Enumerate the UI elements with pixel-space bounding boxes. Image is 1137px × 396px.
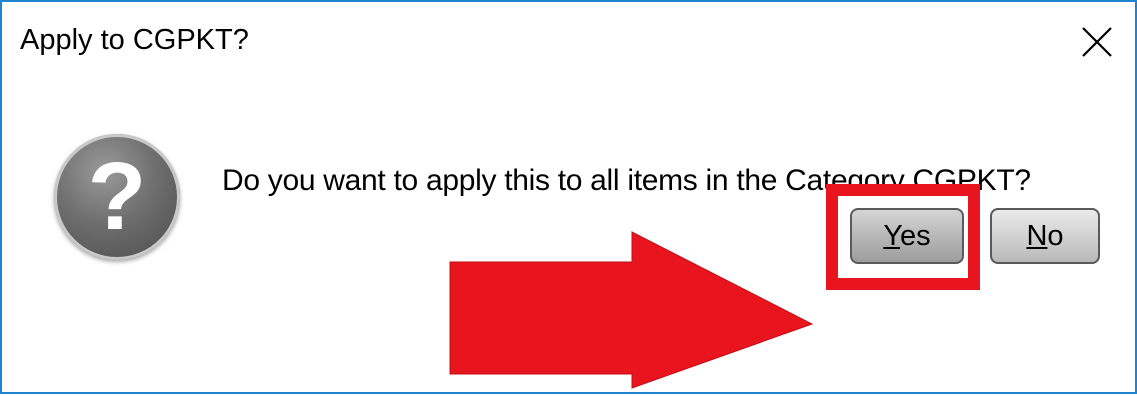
close-button[interactable]: [1077, 22, 1117, 62]
dialog-message: Do you want to apply this to all items i…: [222, 164, 1031, 197]
question-icon: ?: [54, 134, 180, 260]
no-mnemonic: N: [1026, 220, 1048, 252]
yes-label-rest: es: [900, 220, 931, 252]
close-icon: [1082, 27, 1112, 57]
title-bar: Apply to CGPKT?: [2, 2, 1135, 84]
yes-mnemonic: Y: [883, 220, 901, 252]
no-label-rest: o: [1047, 220, 1064, 252]
yes-button[interactable]: Yes: [850, 208, 964, 264]
no-button[interactable]: No: [990, 208, 1100, 264]
dialog-window: Apply to CGPKT? ? Do you want to apply t…: [0, 0, 1137, 394]
dialog-title: Apply to CGPKT?: [20, 24, 249, 56]
dialog-body: ? Do you want to apply this to all items…: [4, 84, 1135, 392]
